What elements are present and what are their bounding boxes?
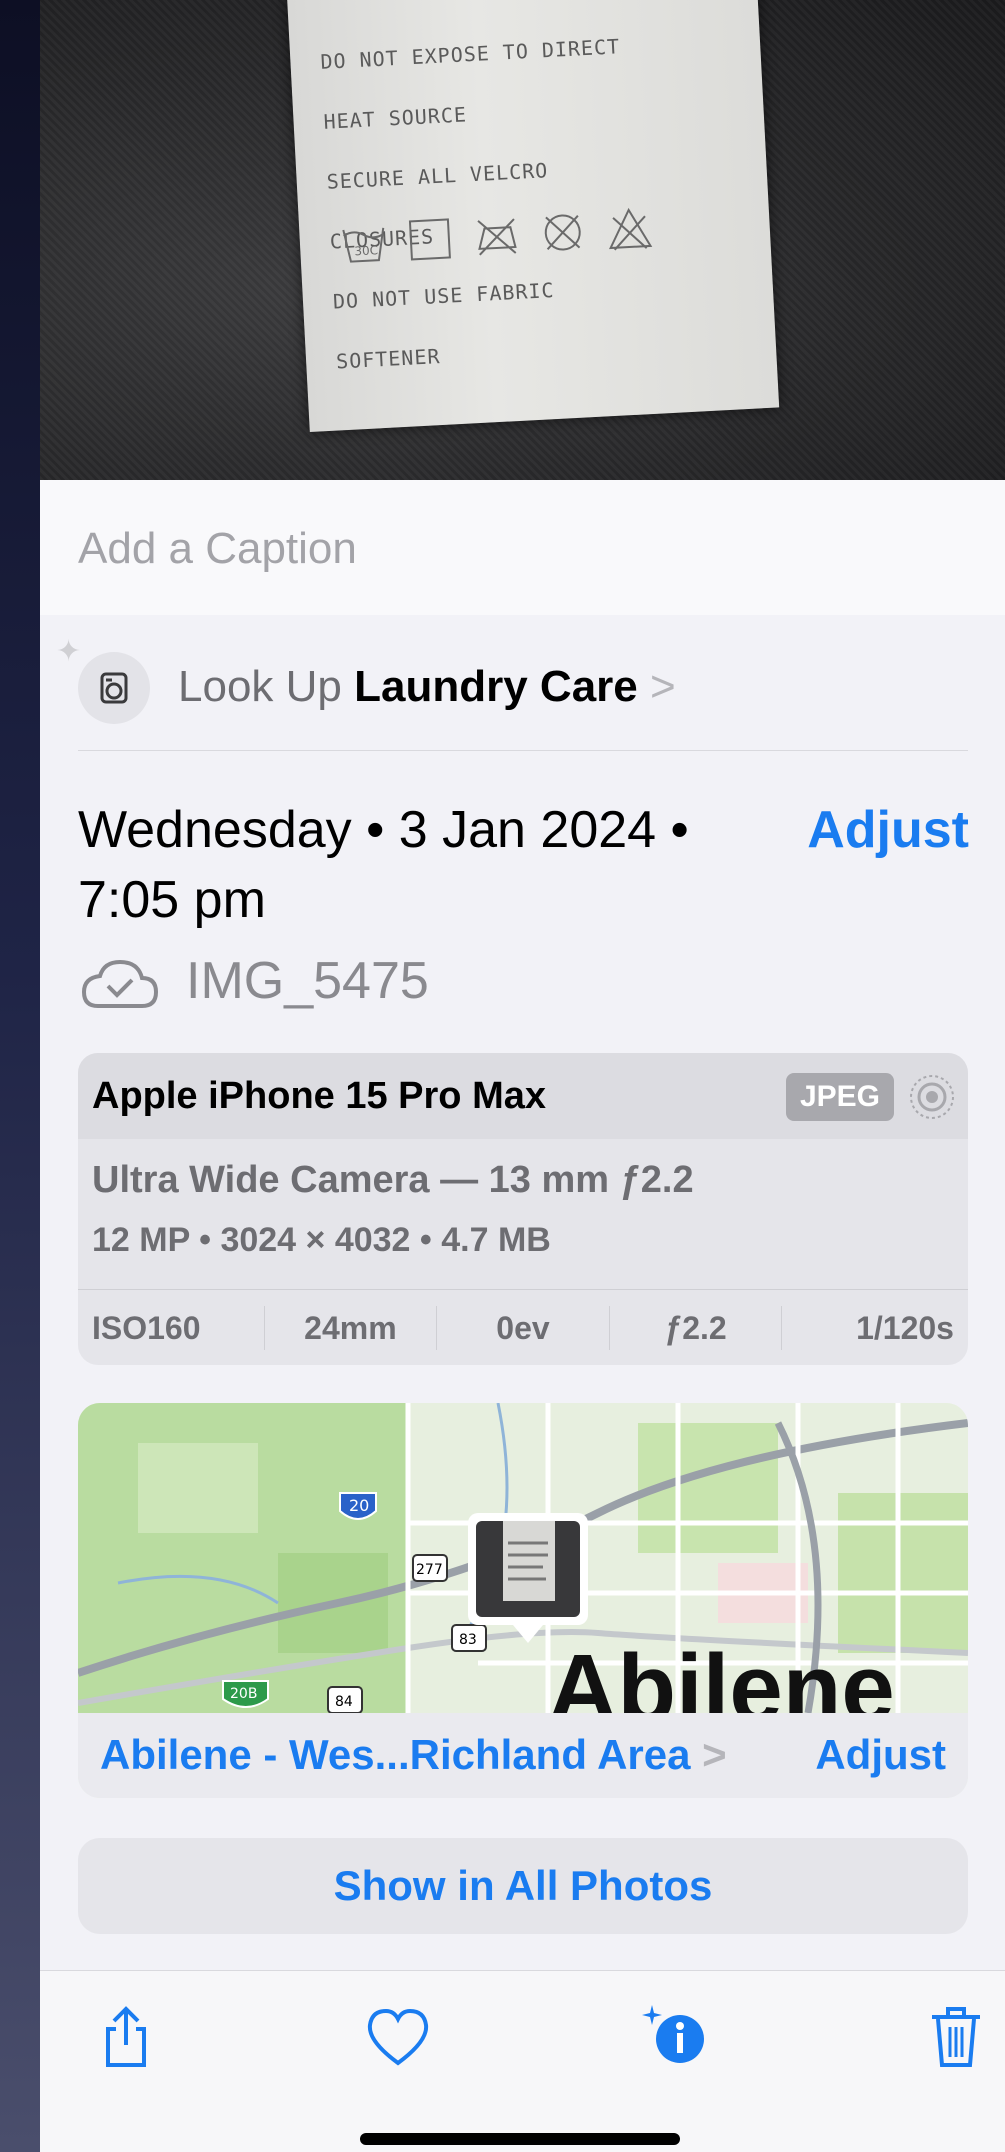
exif-iso: ISO160: [78, 1306, 265, 1350]
laundry-label: DO NOT EXPOSE TO DIRECT HEAT SOURCE SECU…: [286, 0, 780, 432]
route-shield: 20B: [222, 1680, 269, 1708]
label-line: SOFTENER: [335, 344, 441, 374]
svg-text:277: 277: [416, 1562, 443, 1578]
caption-field[interactable]: Add a Caption: [40, 480, 1005, 615]
exif-row: ISO160 24mm 0ev ƒ2.2 1/120s: [78, 1289, 968, 1365]
visual-lookup-row[interactable]: ✦ Look Up Laundry Care >: [56, 635, 968, 751]
camera-card-header: Apple iPhone 15 Pro Max JPEG: [78, 1053, 968, 1139]
label-line: HEAT SOURCE: [322, 102, 468, 134]
svg-text:84: 84: [335, 1694, 353, 1710]
adjust-location-button[interactable]: Adjust: [815, 1731, 946, 1779]
route-shield: 83: [451, 1624, 487, 1652]
home-indicator[interactable]: [360, 2133, 680, 2145]
lookup-label: Look Up Laundry Care >: [178, 662, 676, 712]
label-line: DO NOT USE FABRIC: [332, 278, 556, 314]
label-line: DO NOT EXPOSE TO DIRECT: [319, 34, 621, 74]
exif-focal-length: 24mm: [265, 1306, 438, 1350]
map-footer: Abilene - Wes...Richland Area > Adjust: [78, 1713, 968, 1798]
route-shield: 277: [412, 1554, 448, 1582]
photo-pin[interactable]: [468, 1513, 588, 1643]
file-name: IMG_5475: [186, 952, 429, 1010]
svg-text:83: 83: [459, 1632, 477, 1648]
show-in-all-photos-button[interactable]: Show in All Photos: [78, 1838, 968, 1934]
icloud-check-icon: [81, 959, 159, 1008]
live-photo-icon: [910, 1075, 954, 1119]
washing-machine-icon: [78, 652, 150, 724]
photo-info-screen: DO NOT EXPOSE TO DIRECT HEAT SOURCE SECU…: [40, 0, 1005, 2152]
bottom-toolbar: [40, 1970, 1005, 2152]
label-text: DO NOT EXPOSE TO DIRECT HEAT SOURCE SECU…: [318, 0, 758, 406]
map-city-label: Abilene: [548, 1635, 895, 1713]
info-sparkle-icon[interactable]: [640, 2001, 712, 2073]
lookup-subject: Laundry Care: [354, 662, 638, 711]
no-bleach-icon: [604, 204, 654, 254]
tumble-dry-square-icon: [405, 214, 455, 264]
device-name: Apple iPhone 15 Pro Max: [92, 1075, 546, 1117]
photo-view[interactable]: DO NOT EXPOSE TO DIRECT HEAT SOURCE SECU…: [40, 0, 1005, 480]
image-specs: 12 MP • 3024 × 4032 • 4.7 MB: [92, 1221, 551, 1259]
svg-text:20B: 20B: [230, 1686, 257, 1702]
lookup-prefix: Look Up: [178, 662, 342, 711]
map-view[interactable]: 20 277 83 84 20B Abilene: [78, 1403, 968, 1713]
no-dry-clean-icon: [538, 207, 588, 257]
camera-info-card: Apple iPhone 15 Pro Max JPEG Ultra Wide …: [78, 1053, 968, 1365]
date-line: Wednesday • 3 Jan 2024 •: [78, 801, 689, 859]
label-line: SECURE ALL VELCRO: [326, 158, 549, 194]
exif-shutter: 1/120s: [856, 1310, 954, 1346]
route-shield: 20: [339, 1492, 377, 1520]
adjust-date-button[interactable]: Adjust: [807, 795, 969, 865]
location-link[interactable]: Abilene - Wes...Richland Area >: [100, 1731, 727, 1779]
format-badge: JPEG: [786, 1073, 894, 1121]
caption-placeholder: Add a Caption: [78, 524, 357, 573]
no-iron-icon: [472, 211, 522, 261]
exif-aperture: ƒ2.2: [610, 1306, 783, 1350]
heart-icon[interactable]: [362, 2001, 434, 2073]
time-line: 7:05 pm: [78, 871, 266, 929]
lens-info: Ultra Wide Camera — 13 mm ƒ2.2: [92, 1159, 694, 1201]
trash-icon[interactable]: [920, 2001, 992, 2073]
chevron-right-icon: >: [650, 662, 676, 711]
exif-exposure-bias: 0ev: [437, 1306, 610, 1350]
location-map-card[interactable]: 20 277 83 84 20B Abilene Abilene - Wes..…: [78, 1403, 968, 1798]
svg-text:20: 20: [349, 1496, 369, 1515]
chevron-right-icon: >: [702, 1731, 727, 1778]
capture-datetime: Wednesday • 3 Jan 2024 • 7:05 pm: [78, 795, 778, 935]
location-name: Abilene - Wes...Richland Area: [100, 1731, 691, 1778]
share-icon[interactable]: [90, 2001, 162, 2073]
svg-text:30C: 30C: [354, 243, 378, 258]
wash-tub-icon: 30C: [339, 218, 389, 268]
route-shield: 84: [327, 1686, 363, 1713]
